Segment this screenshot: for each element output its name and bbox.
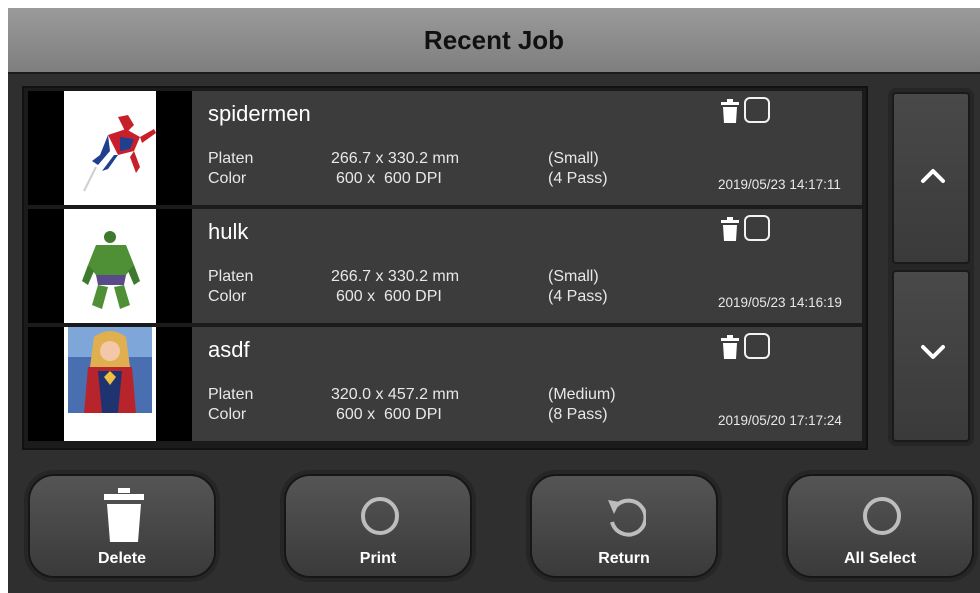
trash-icon[interactable] [721,217,739,241]
platen-size: (Small) [548,150,599,167]
job-list: spidermen Platen Color 266.7 x 330.2 mm … [22,86,868,450]
job-name: hulk [208,219,249,244]
return-label: Return [598,550,650,567]
job-thumbnail [28,209,192,323]
job-name: asdf [208,337,250,362]
job-row[interactable]: asdf Platen Color 320.0 x 457.2 mm 600 x… [28,327,862,441]
job-date: 2019/05/23 14:17:11 [718,177,841,192]
scroll-up-button[interactable] [892,92,970,264]
platen-label: Platen [208,268,254,285]
platen-dimensions: 320.0 x 457.2 mm [331,386,460,403]
job-thumbnail [28,327,192,441]
platen-label: Platen [208,386,254,403]
color-label: Color [208,170,247,187]
platen-dimensions: 266.7 x 330.2 mm [331,150,460,167]
return-button[interactable]: Return [530,474,718,578]
chevron-down-icon [921,345,945,359]
page-title: Recent Job [423,24,565,55]
pass-count: (4 Pass) [548,170,608,187]
color-label: Color [208,406,247,423]
scroll-panel [888,88,974,446]
select-checkbox[interactable] [744,333,770,359]
all-select-button[interactable]: All Select [786,474,974,578]
chevron-up-icon [921,169,945,183]
circle-icon [863,497,901,535]
platen-size: (Medium) [548,386,616,403]
hulk-image [82,231,140,309]
platen-dimensions: 266.7 x 330.2 mm [331,268,460,285]
job-date: 2019/05/23 14:16:19 [718,295,842,310]
trash-icon[interactable] [721,335,739,359]
trash-icon [104,488,144,542]
scroll-down-button[interactable] [892,270,970,442]
job-name: spidermen [208,101,311,126]
select-checkbox[interactable] [744,215,770,241]
platen-label: Platen [208,150,254,167]
print-label: Print [359,550,397,567]
color-label: Color [208,288,247,305]
circle-icon [361,497,399,535]
all-select-label: All Select [843,550,917,567]
job-thumbnail [28,91,192,205]
pass-count: (4 Pass) [548,288,608,305]
delete-button[interactable]: Delete [28,474,216,578]
rotate-icon [608,498,646,537]
trash-icon[interactable] [721,99,739,123]
resolution: 600 x 600 DPI [336,406,442,423]
spiderman-image [83,115,156,192]
delete-label: Delete [97,550,147,567]
job-row[interactable]: spidermen Platen Color 266.7 x 330.2 mm … [28,91,862,205]
resolution: 600 x 600 DPI [336,288,442,305]
select-checkbox[interactable] [744,97,770,123]
screen: Recent Job spidermen Platen Color 266.7 … [8,8,980,593]
title-bar: Recent Job [8,8,980,74]
platen-size: (Small) [548,268,599,285]
job-date: 2019/05/20 17:17:24 [718,413,842,428]
print-button[interactable]: Print [284,474,472,578]
pass-count: (8 Pass) [548,406,608,423]
job-row[interactable]: hulk Platen Color 266.7 x 330.2 mm 600 x… [28,209,862,323]
captain-marvel-image [68,327,152,413]
resolution: 600 x 600 DPI [336,170,442,187]
